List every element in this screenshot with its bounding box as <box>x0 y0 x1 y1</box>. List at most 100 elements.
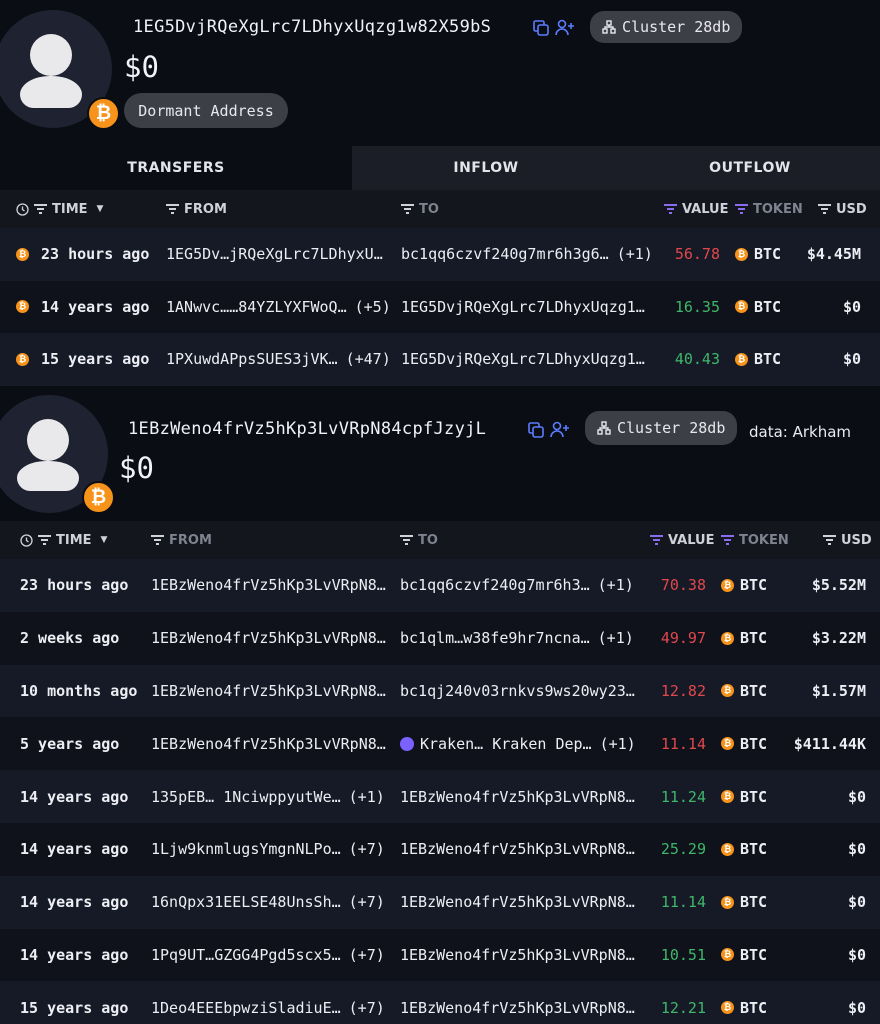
token-header[interactable]: TOKEN <box>735 190 803 228</box>
from-address[interactable]: 1Deo4EEEbpwziSladiuE… <box>151 999 341 1017</box>
from-address[interactable]: 16nQpx31EELSE48UnsSh… <box>151 893 341 911</box>
table-row[interactable]: 10 months ago 1EBzWeno4frVz5hKp3LvVRpN8… b… <box>0 664 880 718</box>
token-cell[interactable]: ₿ BTC <box>721 665 767 718</box>
token-cell[interactable]: ₿ BTC <box>721 559 767 612</box>
filter-icon[interactable] <box>664 204 677 214</box>
from-extra-count[interactable]: (+7) <box>349 893 385 911</box>
from-extra-count[interactable]: (+47) <box>346 350 391 368</box>
table-row[interactable]: 15 years ago 1Deo4EEEbpwziSladiuE… (+7) 1EB… <box>0 981 880 1024</box>
to-cell[interactable]: bc1qj240v03rnkvs9ws20wy23… <box>400 665 635 718</box>
token-cell[interactable]: ₿ BTC <box>721 876 767 929</box>
from-cell[interactable]: 1EBzWeno4frVz5hKp3LvVRpN8… <box>151 559 386 612</box>
from-extra-count[interactable]: (+1) <box>349 788 385 806</box>
table-row[interactable]: ₿ 14 years ago 1ANwvc……84YZLYXFWoQ… (+5) 1EG… <box>0 280 880 334</box>
filter-icon[interactable] <box>400 535 413 545</box>
from-cell[interactable]: 1ANwvc……84YZLYXFWoQ… (+5) <box>166 281 391 334</box>
to-cell[interactable]: bc1qlm…w38fe9hr7ncna… (+1) <box>400 612 634 665</box>
to-address[interactable]: bc1qj240v03rnkvs9ws20wy23… <box>400 682 635 700</box>
from-cell[interactable]: 1PXuwdAPpsSUES3jVK… (+47) <box>166 333 391 386</box>
time-header[interactable]: TIME ▼ <box>20 521 107 559</box>
table-row[interactable]: ₿ 23 hours ago 1EG5Dv…jRQeXgLrc7LDhyxU… bc1… <box>0 228 880 281</box>
to-address[interactable]: 1EG5DvjRQeXgLrc7LDhyxUqzg1… <box>401 298 645 316</box>
from-extra-count[interactable]: (+5) <box>355 298 391 316</box>
to-address[interactable]: bc1qq6czvf240g7mr6h3… <box>400 576 590 594</box>
from-cell[interactable]: 135pEB… 1NciwppyutWe… (+1) <box>151 770 385 823</box>
from-address[interactable]: 135pEB… 1NciwppyutWe… <box>151 788 341 806</box>
table-row[interactable]: 14 years ago 16nQpx31EELSE48UnsSh… (+7) 1EB… <box>0 875 880 929</box>
filter-icon[interactable] <box>34 204 47 214</box>
token-cell[interactable]: ₿ BTC <box>721 612 767 665</box>
token-cell[interactable]: ₿ BTC <box>721 929 767 982</box>
filter-icon[interactable] <box>38 535 51 545</box>
filter-icon[interactable] <box>721 535 734 545</box>
to-cell[interactable]: bc1qq6czvf240g7mr6h3g6… (+1) <box>401 228 653 281</box>
to-cell[interactable]: 1EBzWeno4frVz5hKp3LvVRpN8… <box>400 981 635 1024</box>
token-cell[interactable]: ₿ BTC <box>735 281 781 334</box>
from-address[interactable]: 1EBzWeno4frVz5hKp3LvVRpN8… <box>151 682 386 700</box>
to-header[interactable]: TO <box>401 190 439 228</box>
to-cell[interactable]: 1EBzWeno4frVz5hKp3LvVRpN8… <box>400 876 635 929</box>
token-cell[interactable]: ₿ BTC <box>721 823 767 876</box>
from-address[interactable]: 1EBzWeno4frVz5hKp3LvVRpN8… <box>151 735 386 753</box>
to-cell[interactable]: 1EG5DvjRQeXgLrc7LDhyxUqzg1… <box>401 281 645 334</box>
address-title[interactable]: 1EG5DvjRQeXgLrc7LDhyxUqzg1w82X59bS <box>133 17 491 37</box>
filter-icon[interactable] <box>823 535 836 545</box>
from-extra-count[interactable]: (+7) <box>349 840 385 858</box>
table-row[interactable]: 14 years ago 135pEB… 1NciwppyutWe… (+1) 1EB… <box>0 770 880 823</box>
from-address[interactable]: 1EBzWeno4frVz5hKp3LvVRpN8… <box>151 629 386 647</box>
add-user-icon[interactable] <box>554 17 576 39</box>
address-title[interactable]: 1EBzWeno4frVz5hKp3LvVRpN84cpfJzyjL <box>128 419 486 439</box>
value-header[interactable]: VALUE <box>650 521 715 559</box>
to-cell[interactable]: 1EG5DvjRQeXgLrc7LDhyxUqzg1… <box>401 333 645 386</box>
to-cell[interactable]: 1EBzWeno4frVz5hKp3LvVRpN8… <box>400 823 635 876</box>
token-cell[interactable]: ₿ BTC <box>721 981 767 1024</box>
add-user-icon[interactable] <box>549 419 571 441</box>
from-address[interactable]: 1EBzWeno4frVz5hKp3LvVRpN8… <box>151 576 386 594</box>
to-address[interactable]: 1EBzWeno4frVz5hKp3LvVRpN8… <box>400 946 635 964</box>
from-address[interactable]: 1ANwvc……84YZLYXFWoQ… <box>166 298 347 316</box>
filter-icon[interactable] <box>401 204 414 214</box>
copy-icon[interactable] <box>530 17 552 39</box>
from-address[interactable]: 1PXuwdAPpsSUES3jVK… <box>166 350 338 368</box>
token-cell[interactable]: ₿ BTC <box>721 770 767 823</box>
sort-desc-icon[interactable]: ▼ <box>97 204 104 214</box>
table-row[interactable]: 14 years ago 1Ljw9knmlugsYmgnNLPo… (+7) 1EB… <box>0 823 880 876</box>
filter-icon[interactable] <box>166 204 179 214</box>
token-header[interactable]: TOKEN <box>721 521 789 559</box>
usd-header[interactable]: USD <box>818 190 867 228</box>
cluster-badge[interactable]: Cluster 28db <box>590 11 743 43</box>
table-row[interactable]: 23 hours ago 1EBzWeno4frVz5hKp3LvVRpN8… bc… <box>0 559 880 612</box>
cluster-badge[interactable]: Cluster 28db <box>585 411 738 445</box>
to-address[interactable]: 1EBzWeno4frVz5hKp3LvVRpN8… <box>400 840 635 858</box>
from-cell[interactable]: 16nQpx31EELSE48UnsSh… (+7) <box>151 876 385 929</box>
from-address[interactable]: 1Pq9UT…GZGG4Pgd5scx5… <box>151 946 341 964</box>
to-address[interactable]: 1EBzWeno4frVz5hKp3LvVRpN8… <box>400 788 635 806</box>
from-cell[interactable]: 1EBzWeno4frVz5hKp3LvVRpN8… <box>151 612 386 665</box>
from-address[interactable]: 1Ljw9knmlugsYmgnNLPo… <box>151 840 341 858</box>
to-address[interactable]: Kraken… Kraken Dep… <box>420 735 592 753</box>
to-cell[interactable]: bc1qq6czvf240g7mr6h3… (+1) <box>400 559 634 612</box>
to-address[interactable]: bc1qlm…w38fe9hr7ncna… <box>400 629 590 647</box>
from-cell[interactable]: 1EBzWeno4frVz5hKp3LvVRpN8… <box>151 665 386 718</box>
to-address[interactable]: 1EBzWeno4frVz5hKp3LvVRpN8… <box>400 999 635 1017</box>
from-cell[interactable]: 1EG5Dv…jRQeXgLrc7LDhyxU… <box>166 228 383 281</box>
to-address[interactable]: 1EG5DvjRQeXgLrc7LDhyxUqzg1… <box>401 350 645 368</box>
from-cell[interactable]: 1Ljw9knmlugsYmgnNLPo… (+7) <box>151 823 385 876</box>
table-row[interactable]: 5 years ago 1EBzWeno4frVz5hKp3LvVRpN8… Kra… <box>0 717 880 771</box>
from-address[interactable]: 1EG5Dv…jRQeXgLrc7LDhyxU… <box>166 245 383 263</box>
tab-inflow[interactable]: INFLOW <box>352 146 620 190</box>
to-cell[interactable]: 1EBzWeno4frVz5hKp3LvVRpN8… <box>400 929 635 982</box>
table-row[interactable]: 14 years ago 1Pq9UT…GZGG4Pgd5scx5… (+7) 1EB… <box>0 928 880 982</box>
from-cell[interactable]: 1Pq9UT…GZGG4Pgd5scx5… (+7) <box>151 929 385 982</box>
to-cell[interactable]: Kraken… Kraken Dep… (+1) <box>400 717 636 770</box>
value-header[interactable]: VALUE <box>664 190 729 228</box>
filter-icon[interactable] <box>650 535 663 545</box>
from-extra-count[interactable]: (+7) <box>349 946 385 964</box>
copy-icon[interactable] <box>525 419 547 441</box>
from-extra-count[interactable]: (+7) <box>349 999 385 1017</box>
filter-icon[interactable] <box>818 204 831 214</box>
to-address[interactable]: bc1qq6czvf240g7mr6h3g6… <box>401 245 609 263</box>
token-cell[interactable]: ₿ BTC <box>735 333 781 386</box>
time-header[interactable]: TIME ▼ <box>16 190 103 228</box>
from-cell[interactable]: 1EBzWeno4frVz5hKp3LvVRpN8… <box>151 717 386 770</box>
